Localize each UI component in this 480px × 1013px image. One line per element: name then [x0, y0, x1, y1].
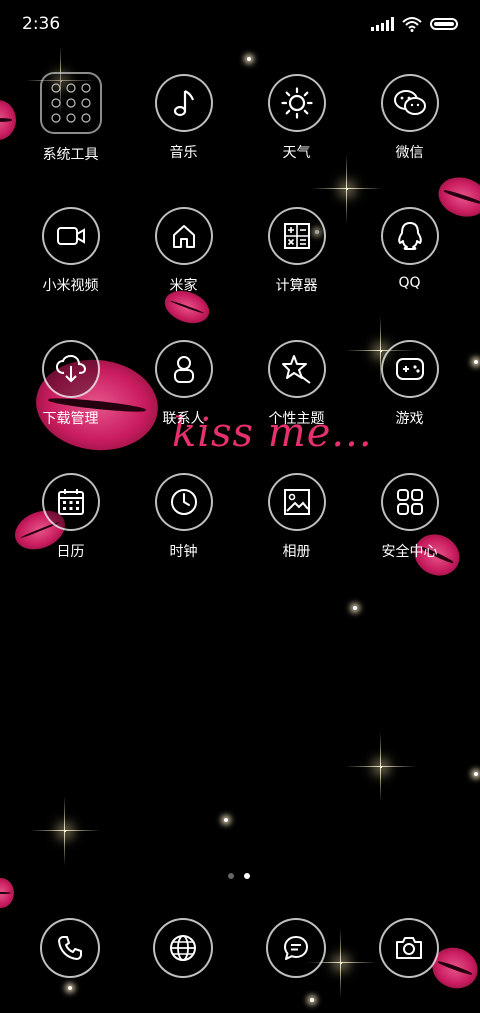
- app-label: 联系人: [162, 411, 205, 427]
- status-bar: 2:36: [0, 0, 480, 52]
- sparkle-decoration: [224, 818, 228, 822]
- sparkle-decoration: [247, 57, 251, 61]
- app-calendar[interactable]: 日历: [14, 473, 127, 561]
- wechat-icon: [380, 74, 439, 132]
- app-label: 游戏: [395, 411, 424, 427]
- app-label: 天气: [282, 145, 311, 161]
- camera-icon: [378, 918, 439, 978]
- app-calculator[interactable]: 计算器: [240, 207, 353, 295]
- status-icons: [371, 16, 458, 32]
- gamepad-icon: [380, 340, 439, 398]
- sparkle-decoration: [353, 606, 357, 610]
- status-time: 2:36: [22, 14, 61, 34]
- sparkle-decoration: [30, 796, 100, 866]
- calculator-icon: [267, 207, 326, 265]
- music-note-icon: [154, 74, 213, 132]
- app-label: 微信: [395, 145, 424, 161]
- app-label: QQ: [398, 275, 421, 291]
- app-label: 系统工具: [42, 147, 99, 163]
- home-icon: [154, 207, 213, 265]
- globe-icon: [152, 918, 213, 978]
- app-qq[interactable]: QQ: [353, 207, 466, 291]
- signal-icon: [371, 17, 394, 31]
- app-mi-video[interactable]: 小米视频: [14, 207, 127, 295]
- sparkle-decoration: [310, 998, 314, 1002]
- phone-icon: [39, 918, 100, 978]
- security-grid-icon: [380, 473, 439, 531]
- app-label: 安全中心: [381, 544, 438, 560]
- gallery-icon: [267, 473, 326, 531]
- theme-star-icon: [267, 340, 326, 398]
- folder-icon: [39, 72, 102, 134]
- page-dot[interactable]: [228, 873, 234, 879]
- page-indicator[interactable]: [228, 873, 250, 879]
- app-label: 米家: [169, 278, 198, 294]
- app-label: 小米视频: [42, 278, 99, 294]
- app-label: 时钟: [169, 544, 198, 560]
- sparkle-decoration: [474, 360, 478, 364]
- qq-penguin-icon: [380, 207, 439, 265]
- message-icon: [265, 918, 326, 978]
- contact-icon: [154, 340, 213, 398]
- sparkle-decoration: [68, 986, 72, 990]
- app-system-tools[interactable]: 系统工具: [14, 72, 127, 164]
- sparkle-decoration: [474, 772, 478, 776]
- cloud-download-icon: [41, 340, 100, 398]
- app-label: 音乐: [169, 145, 198, 161]
- calendar-icon: [41, 473, 100, 531]
- app-games[interactable]: 游戏: [353, 340, 466, 428]
- clock-icon: [154, 473, 213, 531]
- app-label: 下载管理: [42, 411, 99, 427]
- app-mi-home[interactable]: 米家: [127, 207, 240, 295]
- dock-phone[interactable]: [13, 918, 126, 978]
- page-dot-active[interactable]: [244, 873, 250, 879]
- dock-browser[interactable]: [126, 918, 239, 978]
- app-music[interactable]: 音乐: [127, 74, 240, 162]
- app-wechat[interactable]: 微信: [353, 74, 466, 162]
- wifi-icon: [402, 16, 422, 32]
- app-downloads[interactable]: 下载管理: [14, 340, 127, 428]
- video-camera-icon: [41, 207, 100, 265]
- battery-icon: [430, 18, 458, 30]
- dock-camera[interactable]: [352, 918, 465, 978]
- app-label: 相册: [282, 544, 311, 560]
- app-label: 个性主题: [268, 411, 325, 427]
- app-gallery[interactable]: 相册: [240, 473, 353, 561]
- app-themes[interactable]: 个性主题: [240, 340, 353, 428]
- sparkle-decoration: [312, 154, 382, 224]
- app-contacts[interactable]: 联系人: [127, 340, 240, 428]
- lips-decoration: [0, 878, 14, 908]
- dock-messages[interactable]: [239, 918, 352, 978]
- sparkle-decoration: [346, 732, 416, 802]
- dock: [0, 918, 480, 978]
- app-label: 日历: [56, 544, 85, 560]
- app-security[interactable]: 安全中心: [353, 473, 466, 561]
- sun-icon: [267, 74, 326, 132]
- app-clock[interactable]: 时钟: [127, 473, 240, 561]
- app-label: 计算器: [275, 278, 318, 294]
- app-weather[interactable]: 天气: [240, 74, 353, 162]
